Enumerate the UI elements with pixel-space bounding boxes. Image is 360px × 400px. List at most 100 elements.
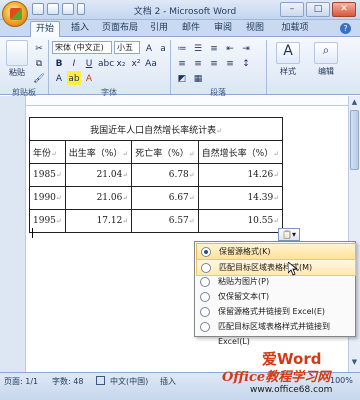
group-label-paragraph: 段落 (210, 88, 226, 97)
borders-icon[interactable]: ▦ (191, 71, 205, 85)
tab-page-layout[interactable]: 页面布局 (100, 21, 140, 37)
line-spacing-icon[interactable]: ↕ (239, 56, 253, 70)
paragraph-mark: ↵ (273, 171, 280, 179)
horizontal-ruler[interactable] (26, 96, 360, 106)
tab-insert[interactable]: 插入 (66, 21, 94, 37)
office-button[interactable] (2, 1, 28, 27)
paste-icon[interactable] (6, 40, 28, 66)
status-zoom[interactable]: 100% (330, 376, 353, 385)
paste-option-match-style-link-excel[interactable]: 匹配目标区域表格样式并链接到 Excel(L) (196, 319, 354, 346)
numbering-icon[interactable]: ☰ (191, 41, 205, 55)
save-icon[interactable] (32, 3, 44, 15)
cut-icon[interactable]: ✂ (32, 41, 46, 55)
paste-option-label: 匹配目标区域表格样式并链接到 Excel(L) (218, 322, 330, 346)
table-header-cell[interactable]: 出生率（%）↵ (64, 140, 133, 164)
paragraph-mark: ↵ (122, 194, 129, 202)
tab-view[interactable]: 视图 (242, 21, 268, 37)
paste-options-button[interactable]: 📋▾ (278, 228, 300, 241)
cell-text: 1990 (33, 193, 56, 203)
tab-home[interactable]: 开始 (30, 21, 60, 37)
status-page[interactable]: 页面: 1/1 (4, 376, 38, 387)
shading-icon[interactable]: ◩ (175, 71, 189, 85)
align-right-icon[interactable]: ≡ (207, 56, 221, 70)
scroll-thumb[interactable] (350, 110, 359, 170)
redo-icon[interactable] (62, 3, 74, 15)
customize-toolbar-icon[interactable] (77, 3, 85, 15)
justify-icon[interactable]: ≡ (223, 56, 237, 70)
table-cell[interactable]: 14.26↵ (197, 163, 284, 187)
table-cell[interactable]: 6.78↵ (131, 163, 199, 187)
align-left-icon[interactable]: ≡ (175, 56, 189, 70)
multilevel-list-icon[interactable]: ≡ (207, 41, 221, 55)
table-cell[interactable]: 1995↵ (29, 209, 66, 233)
table-cell[interactable]: 21.04↵ (64, 163, 133, 187)
italic-button[interactable]: I (67, 56, 81, 70)
increase-indent-icon[interactable]: ⇥ (239, 41, 253, 55)
table-header-cell[interactable]: 自然增长率（%）↵ (197, 140, 284, 164)
scroll-up-icon[interactable]: ▲ (350, 98, 359, 107)
table-header-cell[interactable]: 年份↵ (29, 140, 66, 164)
undo-icon[interactable] (47, 3, 59, 15)
table-cell[interactable]: 1985↵ (29, 163, 66, 187)
table-header-cell[interactable]: 死亡率（%）↵ (131, 140, 199, 164)
paragraph-mark: ↵ (122, 171, 129, 179)
table-cell[interactable]: 6.57↵ (131, 209, 199, 233)
grow-font-icon[interactable]: A (142, 41, 156, 55)
font-color-icon[interactable]: A (82, 71, 96, 85)
cell-text: 6.78 (168, 170, 189, 180)
minimize-button[interactable]: – (280, 2, 304, 17)
scroll-down-icon[interactable]: ▼ (350, 358, 359, 367)
paragraph-mark: ↵ (188, 217, 195, 225)
table-cell[interactable]: 6.67↵ (131, 186, 199, 210)
highlight-icon[interactable]: ab (67, 71, 81, 85)
paste-option-keep-source[interactable]: 保留源格式(K) (196, 243, 356, 260)
close-button[interactable]: ✕ (332, 2, 356, 17)
restore-button[interactable]: □ (306, 2, 330, 17)
bullets-icon[interactable]: ≔ (175, 41, 189, 55)
subscript-icon[interactable]: x₂ (114, 56, 128, 70)
group-label-clipboard: 剪贴板 (12, 88, 36, 97)
align-center-icon[interactable]: ≡ (191, 56, 205, 70)
paste-option-label: 仅保留文本(T) (218, 292, 270, 301)
status-word-count[interactable]: 字数: 48 (52, 376, 83, 387)
data-table[interactable]: 我国近年人口自然增长率统计表↵ 年份↵ 出生率（%）↵ 死亡率（%）↵ 自然增长… (28, 117, 284, 233)
header-growth-rate: 自然增长率（%） (201, 148, 274, 159)
table-caption[interactable]: 我国近年人口自然增长率统计表↵ (28, 117, 284, 141)
table-cell[interactable]: 14.39↵ (197, 186, 284, 210)
header-death-rate: 死亡率（%） (135, 148, 189, 159)
paragraph-mark: ↵ (55, 194, 62, 202)
font-size-select[interactable]: 小五 (114, 41, 140, 54)
spellcheck-icon[interactable] (96, 376, 105, 385)
tab-references[interactable]: 引用 (146, 21, 172, 37)
radio-icon (200, 307, 210, 317)
tab-mailings[interactable]: 邮件 (178, 21, 204, 37)
table-cell[interactable]: 17.12↵ (64, 209, 133, 233)
vertical-ruler[interactable] (0, 96, 26, 372)
tab-review[interactable]: 审阅 (210, 21, 236, 37)
format-painter-icon[interactable]: 🖌 (32, 71, 46, 85)
clear-format-icon[interactable]: Aa (144, 56, 158, 70)
status-language[interactable]: 中文(中国) (110, 376, 148, 387)
table-cell[interactable]: 10.55↵ (197, 209, 284, 233)
copy-icon[interactable]: ⧉ (32, 56, 46, 70)
group-separator (266, 40, 267, 94)
font-name-select[interactable]: 宋体 (中文正) (52, 41, 112, 54)
status-insert-mode[interactable]: 插入 (160, 376, 176, 387)
paste-option-text-only[interactable]: 仅保留文本(T) (196, 289, 354, 304)
table-cell[interactable]: 1990↵ (29, 186, 66, 210)
styles-icon[interactable]: A (276, 42, 300, 64)
shrink-font-icon[interactable]: a (156, 41, 170, 55)
underline-button[interactable]: U (82, 56, 96, 70)
decrease-indent-icon[interactable]: ⇤ (223, 41, 237, 55)
bold-button[interactable]: B (52, 56, 66, 70)
text-effect-icon[interactable]: A (52, 71, 66, 85)
paste-option-keep-source-link-excel[interactable]: 保留源格式并链接到 Excel(E) (196, 304, 354, 319)
superscript-icon[interactable]: x² (129, 56, 143, 70)
strikethrough-icon[interactable]: abc (97, 56, 114, 70)
help-icon[interactable]: ? (340, 23, 351, 34)
editing-icon[interactable]: ⌕ (314, 42, 338, 64)
table-caption-text: 我国近年人口自然增长率统计表 (90, 125, 217, 136)
tab-addins[interactable]: 加载项 (278, 21, 312, 37)
paste-option-picture[interactable]: 粘贴为图片(P) (196, 274, 354, 289)
table-cell[interactable]: 21.06↵ (64, 186, 133, 210)
